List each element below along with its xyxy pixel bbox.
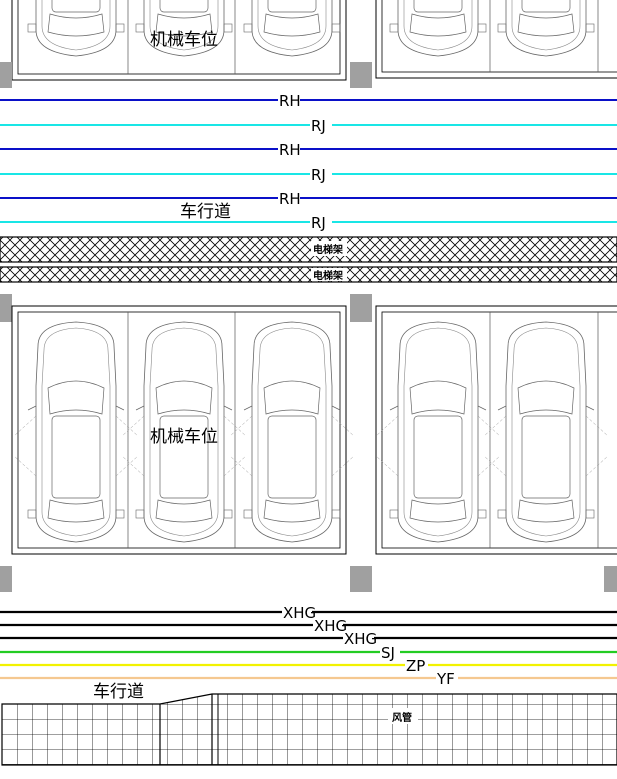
pipe-line-rh-2: RH	[0, 141, 617, 159]
pipe-line-rh-3: RH	[0, 190, 617, 208]
parking-block-top-left: 机械车位	[11, 0, 355, 81]
parking-block-top-right	[375, 0, 617, 79]
svg-text:SJ: SJ	[381, 644, 395, 662]
pipe-line-zp: ZP	[0, 657, 617, 675]
structural-column	[350, 566, 372, 592]
air-duct: 风管	[1, 693, 617, 766]
lane-label-bottom: 车行道	[93, 682, 144, 702]
svg-text:电梯架: 电梯架	[313, 243, 343, 256]
structural-column	[604, 566, 617, 592]
svg-text:RH: RH	[279, 92, 301, 110]
structural-column	[0, 62, 12, 88]
structural-column	[0, 294, 12, 322]
svg-text:XHG: XHG	[283, 604, 316, 622]
svg-text:RJ: RJ	[311, 117, 326, 135]
structural-column	[0, 566, 12, 592]
svg-text:风管: 风管	[392, 711, 412, 724]
cable-tray-2: 电梯架	[0, 266, 617, 283]
structural-column	[350, 62, 372, 88]
svg-text:XHG: XHG	[344, 630, 377, 648]
svg-text:ZP: ZP	[406, 657, 425, 675]
pipe-line-rh-1: RH	[0, 92, 617, 110]
svg-text:电梯架: 电梯架	[313, 269, 343, 282]
svg-text:RJ: RJ	[311, 214, 326, 232]
parking-block-middle-left: 机械车位	[11, 305, 355, 555]
pipe-group-top: RH RJ RH RJ RH RJ	[0, 92, 617, 232]
svg-text:RH: RH	[279, 141, 301, 159]
pipe-line-rj-1: RJ	[0, 117, 617, 135]
cad-drawing: 机械车位 RH RJ RH RJ RH RJ 车行道 电梯架 电梯架 机械车位 …	[0, 0, 617, 766]
parking-block-middle-right	[375, 305, 617, 555]
pipe-group-bottom: XHG XHG XHG SJ ZP YF	[0, 604, 617, 688]
pipe-line-sj: SJ	[0, 644, 617, 662]
svg-text:XHG: XHG	[314, 617, 347, 635]
pipe-line-xhg-3: XHG	[0, 630, 617, 648]
pipe-line-rj-2: RJ	[0, 166, 617, 184]
svg-text:RH: RH	[279, 190, 301, 208]
pipe-line-xhg-1: XHG	[0, 604, 617, 622]
svg-text:YF: YF	[436, 670, 455, 688]
svg-text:RJ: RJ	[311, 166, 326, 184]
cable-tray-1: 电梯架	[0, 236, 617, 263]
pipe-line-rj-3: RJ	[0, 214, 617, 232]
parking-label-middle: 机械车位	[150, 427, 218, 447]
parking-label-top: 机械车位	[150, 30, 218, 50]
lane-label-top: 车行道	[180, 202, 231, 222]
structural-column	[350, 294, 372, 322]
